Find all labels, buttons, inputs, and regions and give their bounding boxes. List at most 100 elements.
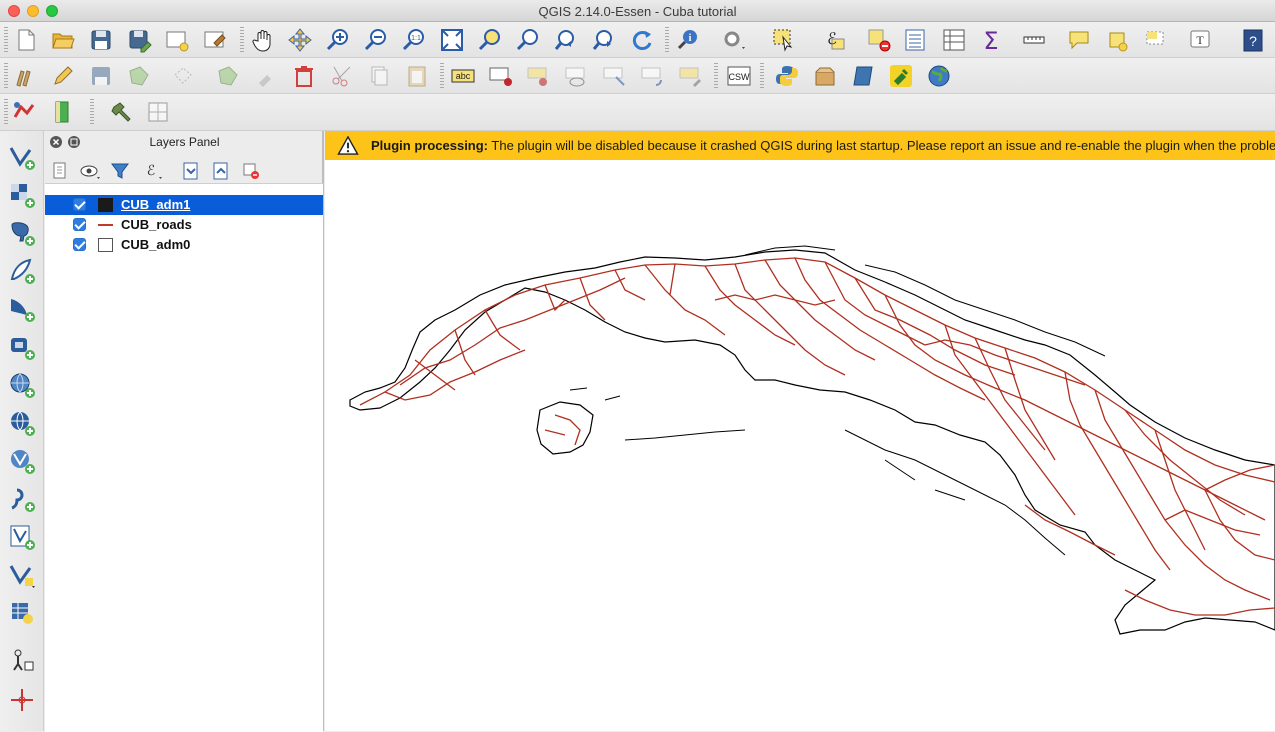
coordinate-capture-button[interactable] xyxy=(6,684,38,716)
save-project-button[interactable] xyxy=(86,25,116,55)
new-bookmark-button[interactable] xyxy=(1102,25,1132,55)
database-manager-button[interactable] xyxy=(810,61,840,91)
save-layer-edits-button[interactable] xyxy=(86,61,116,91)
layer-row-cub-adm0[interactable]: CUB_adm0 xyxy=(45,235,323,255)
field-calculator-button[interactable]: Σ xyxy=(976,25,1006,55)
add-wcs-layer-button[interactable] xyxy=(6,407,38,439)
zoom-out-button[interactable] xyxy=(361,25,391,55)
select-features-button[interactable] xyxy=(769,25,799,55)
toggle-editing-button[interactable] xyxy=(48,61,78,91)
zoom-last-button[interactable] xyxy=(551,25,581,55)
collapse-all-button[interactable] xyxy=(208,158,234,184)
pin-labels-button[interactable] xyxy=(524,61,554,91)
select-by-expression-button[interactable]: ℰ xyxy=(820,25,850,55)
layer-visibility-checkbox[interactable] xyxy=(73,238,86,251)
identify-features-button[interactable]: i xyxy=(673,25,703,55)
delete-selected-button[interactable] xyxy=(251,61,281,91)
toolbar-grip[interactable] xyxy=(240,27,244,53)
help-button[interactable]: ? xyxy=(1238,25,1268,55)
toolbar-grip[interactable] xyxy=(440,63,444,89)
web-globe-button[interactable] xyxy=(924,61,954,91)
add-raster-layer-button[interactable] xyxy=(6,179,38,211)
toolbar-grip[interactable] xyxy=(665,27,669,53)
add-wfs-layer-button[interactable] xyxy=(6,445,38,477)
manage-visibility-button[interactable] xyxy=(77,158,103,184)
toolbar-grip[interactable] xyxy=(4,27,8,53)
toolbar-grip[interactable] xyxy=(760,63,764,89)
refresh-button[interactable] xyxy=(627,25,657,55)
current-edits-button[interactable] xyxy=(11,61,41,91)
open-attribute-table-button[interactable] xyxy=(900,25,930,55)
show-bookmarks-button[interactable] xyxy=(1140,25,1170,55)
zoom-in-button[interactable] xyxy=(323,25,353,55)
zoom-to-selection-button[interactable] xyxy=(475,25,505,55)
add-vector-layer-button[interactable] xyxy=(6,141,38,173)
rotate-label-button[interactable] xyxy=(638,61,668,91)
geoprocessing-button[interactable] xyxy=(848,61,878,91)
layer-visibility-checkbox[interactable] xyxy=(73,218,86,231)
toolbar-grip[interactable] xyxy=(4,63,8,89)
add-spatialite-layer-button[interactable] xyxy=(6,255,38,287)
open-project-button[interactable] xyxy=(48,25,78,55)
toolbar-grip[interactable] xyxy=(714,63,718,89)
filter-legend-button[interactable] xyxy=(107,158,133,184)
deselect-all-button[interactable] xyxy=(864,25,894,55)
add-wms-layer-button[interactable] xyxy=(6,369,38,401)
show-hide-labels-button[interactable] xyxy=(562,61,592,91)
layer-labeling-button[interactable]: abc xyxy=(448,61,478,91)
map-canvas[interactable] xyxy=(325,160,1275,731)
pan-map-button[interactable] xyxy=(248,25,278,55)
add-postgis-layer-button[interactable] xyxy=(6,217,38,249)
statistical-summary-button[interactable] xyxy=(939,25,969,55)
add-feature-button[interactable] xyxy=(124,61,154,91)
add-oracle-layer-button[interactable] xyxy=(6,331,38,363)
move-label-button[interactable] xyxy=(600,61,630,91)
new-project-button[interactable] xyxy=(11,25,41,55)
svg-text:ℰ: ℰ xyxy=(147,163,155,179)
zoom-full-button[interactable] xyxy=(437,25,467,55)
map-tips-button[interactable] xyxy=(1064,25,1094,55)
zoom-to-layer-button[interactable] xyxy=(513,25,543,55)
toolbar-grip[interactable] xyxy=(90,99,94,125)
copy-features-button[interactable] xyxy=(364,61,394,91)
node-tool-button[interactable] xyxy=(213,61,243,91)
remove-layer-button[interactable] xyxy=(238,158,264,184)
save-as-button[interactable] xyxy=(124,25,154,55)
move-feature-button[interactable] xyxy=(168,61,198,91)
layer-visibility-checkbox[interactable] xyxy=(73,198,86,211)
pencil-icon xyxy=(54,66,73,85)
cut-features-button[interactable] xyxy=(327,61,357,91)
zoom-next-button[interactable] xyxy=(589,25,619,55)
change-label-button[interactable] xyxy=(676,61,706,91)
measure-line-button[interactable] xyxy=(1020,25,1050,55)
run-feature-action-button[interactable] xyxy=(718,25,748,55)
open-layer-styling-button[interactable] xyxy=(47,158,73,184)
highlight-pinned-labels-button[interactable] xyxy=(486,61,516,91)
filter-by-expression-button[interactable]: ℰ xyxy=(140,158,166,184)
new-shapefile-layer-button[interactable] xyxy=(6,521,38,553)
delete-button[interactable] xyxy=(289,61,319,91)
add-delimited-text-button[interactable] xyxy=(6,483,38,515)
add-mssql-layer-button[interactable] xyxy=(6,293,38,325)
gps-digitize-button[interactable] xyxy=(9,97,39,127)
toolbar-grip[interactable] xyxy=(4,99,8,125)
layer-row-cub-roads[interactable]: CUB_roads xyxy=(45,215,323,235)
python-console-button[interactable] xyxy=(772,61,802,91)
add-virtual-layer-button[interactable] xyxy=(6,597,38,629)
plugin-manager-button[interactable] xyxy=(886,61,916,91)
new-print-composer-button[interactable] xyxy=(162,25,192,55)
georeferencer-button[interactable] xyxy=(143,97,173,127)
add-gps-layer-button[interactable] xyxy=(6,646,38,678)
pan-to-selection-button[interactable] xyxy=(285,25,315,55)
metasearch-csw-button[interactable]: CSW xyxy=(724,61,754,91)
paste-features-button[interactable] xyxy=(402,61,432,91)
composer-manager-button[interactable] xyxy=(200,25,230,55)
layer-row-cub-adm1[interactable]: CUB_adm1 xyxy=(45,195,323,215)
cays-outline xyxy=(569,387,1066,556)
zoom-native-button[interactable]: 1:1 xyxy=(399,25,429,55)
new-spatialite-layer-button[interactable] xyxy=(6,559,38,591)
topology-checker-button[interactable] xyxy=(106,97,136,127)
expand-all-button[interactable] xyxy=(178,158,204,184)
text-annotation-button[interactable]: T xyxy=(1186,25,1216,55)
edit-color-bar-button[interactable] xyxy=(47,97,77,127)
